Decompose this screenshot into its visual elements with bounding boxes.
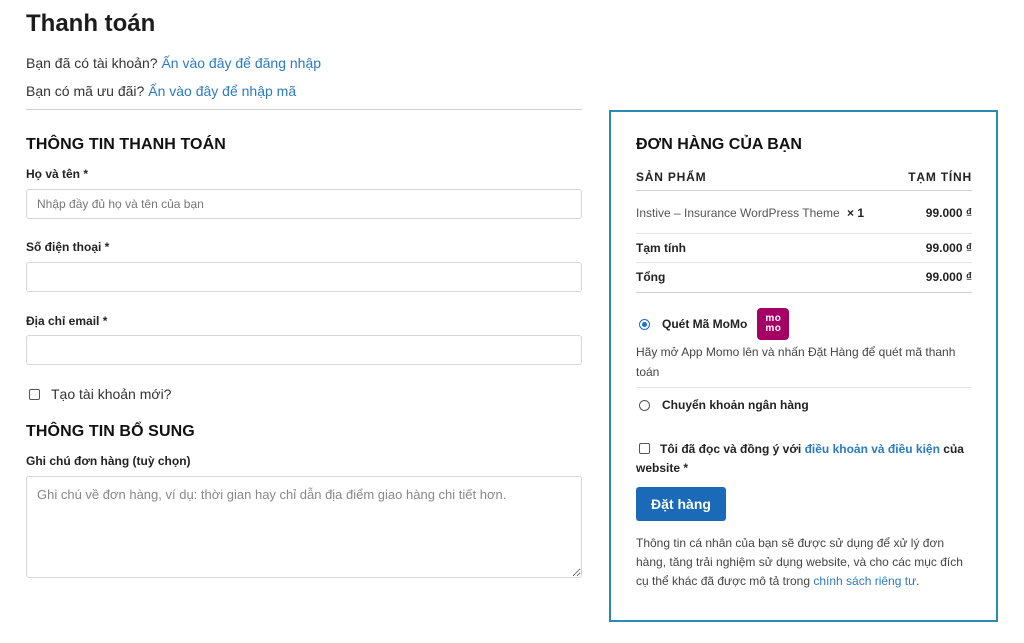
subtotal-row: Tạm tính 99.000 ₫ xyxy=(636,241,972,255)
phone-label: Số điện thoại * xyxy=(26,240,110,254)
coupon-link[interactable]: Ấn vào đây để nhập mã xyxy=(148,83,296,99)
momo-radio[interactable] xyxy=(639,318,650,330)
divider xyxy=(26,109,582,110)
total-value: 99.000 ₫ xyxy=(925,270,972,284)
create-account-row[interactable]: Tạo tài khoản mới? xyxy=(29,386,171,402)
login-link[interactable]: Ấn vào đây để đăng nhập xyxy=(161,55,321,71)
total-row: Tổng 99.000 ₫ xyxy=(636,270,972,284)
create-account-label: Tạo tài khoản mới? xyxy=(51,386,172,402)
order-title: ĐƠN HÀNG CỦA BẠN xyxy=(636,136,802,153)
terms-prefix: Tôi đã đọc và đồng ý với xyxy=(660,442,802,456)
page-title: Thanh toán xyxy=(26,10,156,37)
subtotal-value: 99.000 ₫ xyxy=(925,241,972,255)
create-account-checkbox[interactable] xyxy=(29,388,40,400)
email-input[interactable] xyxy=(26,335,582,365)
name-label: Họ và tên * xyxy=(26,167,89,181)
login-notice-text: Bạn đã có tài khoản? xyxy=(26,55,158,71)
terms-checkbox[interactable] xyxy=(639,443,650,454)
order-item-qty: × 1 xyxy=(847,206,865,220)
email-label: Địa chỉ email * xyxy=(26,314,108,328)
order-table-header: SẢN PHẨM TẠM TÍNH xyxy=(636,170,972,184)
divider xyxy=(636,292,972,293)
subtotal-label: Tạm tính xyxy=(636,241,686,255)
order-item-name: Instive – Insurance WordPress Theme xyxy=(636,206,840,220)
divider xyxy=(636,387,972,388)
name-input[interactable] xyxy=(26,189,582,219)
col-product-header: SẢN PHẨM xyxy=(636,170,707,184)
total-label: Tổng xyxy=(636,270,666,284)
divider xyxy=(636,190,972,191)
privacy-policy-link[interactable]: chính sách riêng tư xyxy=(813,574,916,588)
momo-logo-icon: mo mo xyxy=(757,308,790,340)
divider xyxy=(636,262,972,263)
terms-row: Tôi đã đọc và đồng ý với điều khoản và đ… xyxy=(636,440,972,478)
additional-section-title: THÔNG TIN BỔ SUNG xyxy=(26,423,195,440)
terms-link[interactable]: điều khoản và điều kiện xyxy=(805,442,940,456)
payment-option-momo[interactable]: Quét Mã MoMo mo mo xyxy=(636,308,972,340)
order-summary-box: ĐƠN HÀNG CỦA BẠN SẢN PHẨM TẠM TÍNH Insti… xyxy=(609,110,998,622)
login-notice: Bạn đã có tài khoản? Ấn vào đây để đăng … xyxy=(26,55,321,71)
phone-input[interactable] xyxy=(26,262,582,292)
payment-option-bank[interactable]: Chuyển khoản ngân hàng xyxy=(636,398,972,412)
order-notes-label: Ghi chú đơn hàng (tuỳ chọn) xyxy=(26,454,191,468)
col-subtotal-header: TẠM TÍNH xyxy=(908,170,972,184)
privacy-notice: Thông tin cá nhân của bạn sẽ được sử dụn… xyxy=(636,536,963,588)
bank-radio[interactable] xyxy=(639,399,650,411)
billing-section-title: THÔNG TIN THANH TOÁN xyxy=(26,136,226,153)
order-item-price: 99.000 ₫ xyxy=(925,206,972,220)
order-item-row: Instive – Insurance WordPress Theme × 1 … xyxy=(636,206,972,220)
coupon-notice-text: Bạn có mã ưu đãi? xyxy=(26,83,145,99)
order-notes-input[interactable] xyxy=(26,476,582,578)
momo-label: Quét Mã MoMo xyxy=(662,317,748,331)
bank-label: Chuyển khoản ngân hàng xyxy=(662,398,809,412)
coupon-notice: Bạn có mã ưu đãi? Ấn vào đây để nhập mã xyxy=(26,83,296,99)
momo-description: Hãy mở App Momo lên và nhấn Đặt Hàng để … xyxy=(636,345,956,379)
divider xyxy=(636,233,972,234)
place-order-button[interactable]: Đặt hàng xyxy=(636,487,726,521)
